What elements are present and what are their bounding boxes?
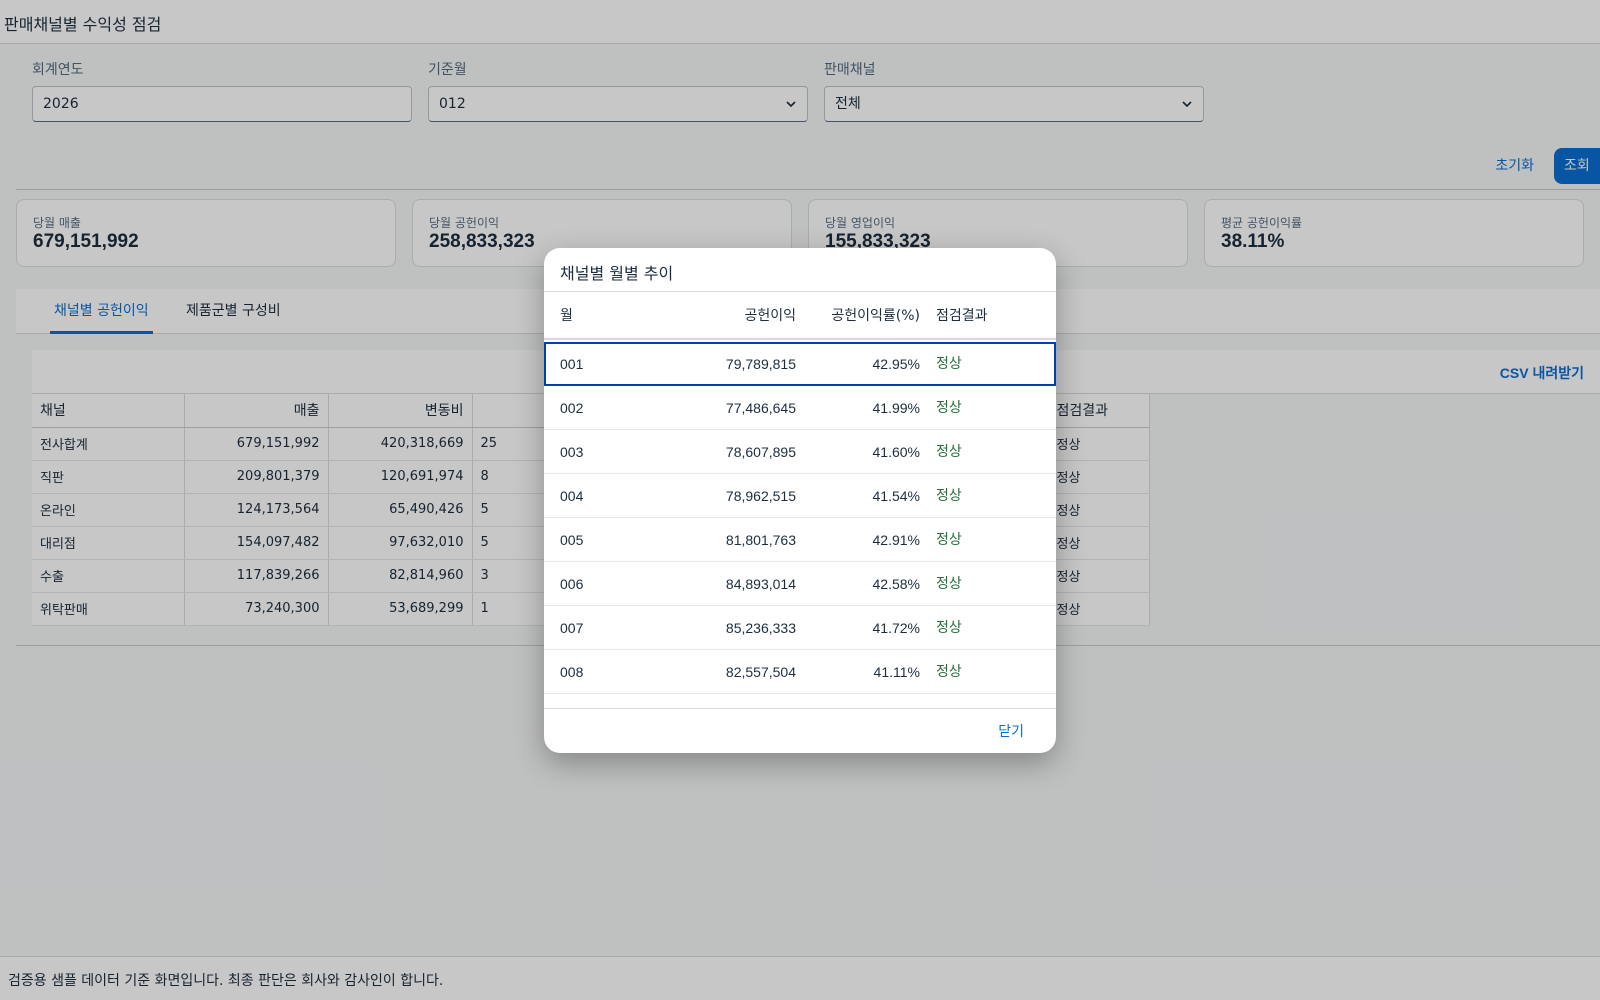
dialog-header: 채널별 월별 추이 — [544, 248, 1056, 292]
dialog-footer: 닫기 — [544, 708, 1056, 753]
cell-status: 정상 — [936, 664, 962, 680]
cell-profit: 81,801,763 — [725, 532, 796, 548]
cell-profit: 82,557,504 — [725, 664, 796, 680]
cell-profit: 85,236,333 — [725, 620, 796, 636]
cell-profit: 79,789,815 — [725, 356, 796, 372]
dialog-table-row[interactable]: 007 85,236,333 41.72% 정상 — [544, 606, 1056, 650]
dialog-table-header: 월 공헌이익 공헌이익률(%) 점검결과 — [544, 292, 1056, 340]
column-header-status[interactable]: 점검결과 — [936, 294, 1046, 338]
cell-month: 008 — [560, 664, 584, 680]
cell-status: 정상 — [936, 444, 962, 460]
cell-status: 정상 — [936, 620, 962, 636]
cell-rate: 42.95% — [872, 356, 920, 372]
cell-rate: 41.60% — [872, 444, 920, 460]
dialog-table-row[interactable]: 003 78,607,895 41.60% 정상 — [544, 430, 1056, 474]
cell-profit: 78,962,515 — [725, 488, 796, 504]
dialog-table-row[interactable]: 001 79,789,815 42.95% 정상 — [544, 342, 1056, 386]
close-button[interactable]: 닫기 — [998, 721, 1024, 741]
cell-rate: 41.11% — [873, 664, 920, 680]
cell-month: 003 — [560, 444, 584, 460]
column-header-month[interactable]: 월 — [560, 294, 660, 338]
cell-status: 정상 — [936, 488, 962, 504]
column-header-rate[interactable]: 공헌이익률(%) — [800, 294, 920, 338]
cell-month: 002 — [560, 400, 584, 416]
cell-profit: 77,486,645 — [725, 400, 796, 416]
monthly-trend-dialog: 채널별 월별 추이 월 공헌이익 공헌이익률(%) 점검결과 001 79,78… — [544, 248, 1056, 753]
dialog-table-row[interactable]: 008 82,557,504 41.11% 정상 — [544, 650, 1056, 694]
dialog-body: 월 공헌이익 공헌이익률(%) 점검결과 001 79,789,815 42.9… — [544, 292, 1056, 708]
dialog-table-row[interactable]: 004 78,962,515 41.54% 정상 — [544, 474, 1056, 518]
dialog-table-row[interactable]: 006 84,893,014 42.58% 정상 — [544, 562, 1056, 606]
cell-month: 005 — [560, 532, 584, 548]
cell-status: 정상 — [936, 576, 962, 592]
app-root: 판매채널별 수익성 점검 회계연도 2026 기준월 012 판매채널 전체 초… — [0, 0, 1600, 1000]
cell-rate: 42.91% — [872, 532, 920, 548]
cell-rate: 41.72% — [872, 620, 920, 636]
dialog-table-row[interactable]: 002 77,486,645 41.99% 정상 — [544, 386, 1056, 430]
cell-status: 정상 — [936, 356, 962, 372]
cell-status: 정상 — [936, 532, 962, 548]
dialog-table-row[interactable]: 005 81,801,763 42.91% 정상 — [544, 518, 1056, 562]
dialog-title: 채널별 월별 추이 — [560, 264, 674, 283]
cell-profit: 84,893,014 — [725, 576, 796, 592]
cell-status: 정상 — [936, 400, 962, 416]
cell-rate: 41.54% — [872, 488, 920, 504]
cell-rate: 42.58% — [872, 576, 920, 592]
cell-month: 001 — [560, 356, 584, 372]
column-header-profit[interactable]: 공헌이익 — [664, 294, 796, 338]
cell-month: 007 — [560, 620, 584, 636]
cell-month: 004 — [560, 488, 584, 504]
cell-profit: 78,607,895 — [725, 444, 796, 460]
cell-month: 006 — [560, 576, 584, 592]
cell-rate: 41.99% — [872, 400, 920, 416]
